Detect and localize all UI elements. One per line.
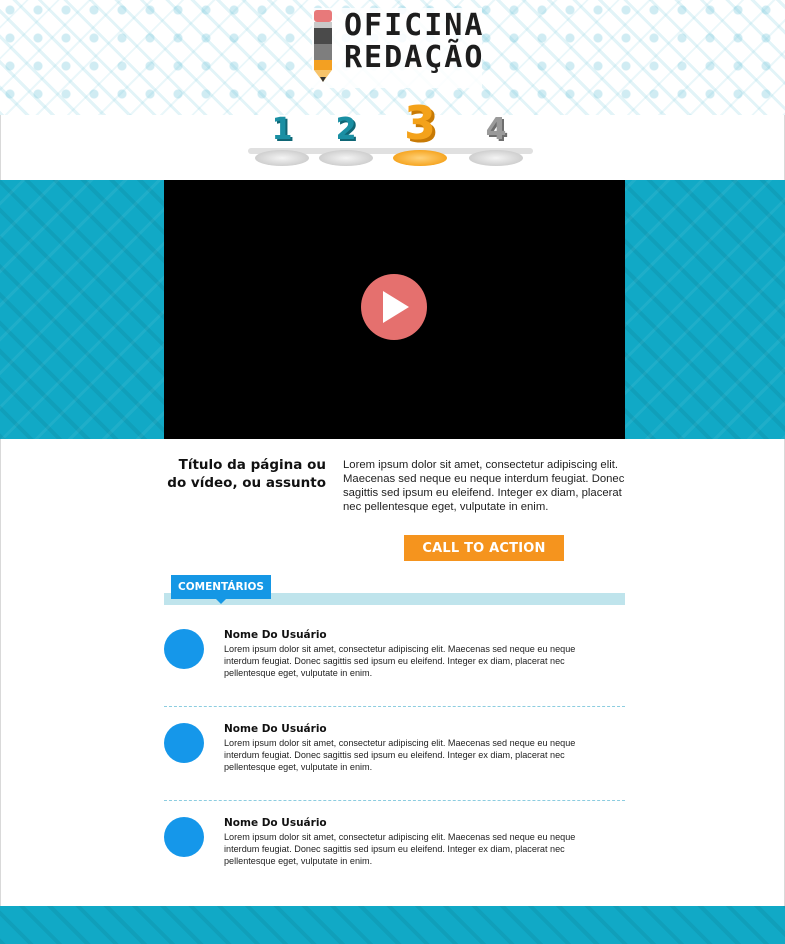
- step-number: 3: [403, 96, 436, 150]
- page-title: Título da página ou do vídeo, ou assunto: [167, 457, 326, 491]
- comment-divider: [164, 800, 625, 801]
- comment-user-name[interactable]: Nome Do Usuário: [224, 817, 327, 829]
- comment-text: Lorem ipsum dolor sit amet, consectetur …: [224, 738, 576, 772]
- comment-user-name[interactable]: Nome Do Usuário: [224, 629, 327, 641]
- logo[interactable]: OFICINA REDAÇÃO: [312, 8, 482, 88]
- step-2[interactable]: 2: [316, 108, 376, 166]
- step-number: 1: [271, 112, 293, 147]
- step-pedestal: [319, 150, 373, 166]
- footer-band: [0, 906, 785, 944]
- comment-item: Nome Do Usuário Lorem ipsum dolor sit am…: [164, 817, 625, 897]
- comment-item: Nome Do Usuário Lorem ipsum dolor sit am…: [164, 629, 625, 709]
- comment-text: Lorem ipsum dolor sit amet, consectetur …: [224, 832, 576, 866]
- step-4[interactable]: 4: [466, 108, 526, 166]
- comments-tab[interactable]: COMENTÁRIOS: [171, 575, 271, 604]
- play-button[interactable]: [361, 274, 427, 340]
- step-pedestal: [255, 150, 309, 166]
- header: OFICINA REDAÇÃO 1 2 3 4: [0, 0, 785, 166]
- comment-user-name[interactable]: Nome Do Usuário: [224, 723, 327, 735]
- step-pedestal: [393, 150, 447, 166]
- comment-divider: [164, 706, 625, 707]
- user-avatar[interactable]: [164, 723, 204, 763]
- step-pedestal: [469, 150, 523, 166]
- logo-line-2: REDAÇÃO: [344, 40, 485, 75]
- comment-item: Nome Do Usuário Lorem ipsum dolor sit am…: [164, 723, 625, 803]
- user-avatar[interactable]: [164, 817, 204, 857]
- step-number: 2: [335, 112, 357, 147]
- page-description: Lorem ipsum dolor sit amet, consectetur …: [343, 459, 625, 513]
- step-1[interactable]: 1: [252, 108, 312, 166]
- call-to-action-button[interactable]: CALL TO ACTION: [404, 535, 564, 561]
- logo-line-1: OFICINA: [344, 8, 485, 43]
- progress-steps: 1 2 3 4: [248, 96, 533, 168]
- step-number: 4: [485, 112, 507, 147]
- play-icon: [383, 291, 409, 323]
- pencil-icon: [314, 10, 332, 82]
- user-avatar[interactable]: [164, 629, 204, 669]
- logo-text: OFICINA REDAÇÃO: [344, 10, 484, 74]
- comment-text: Lorem ipsum dolor sit amet, consectetur …: [224, 644, 576, 678]
- step-3[interactable]: 3: [390, 96, 450, 166]
